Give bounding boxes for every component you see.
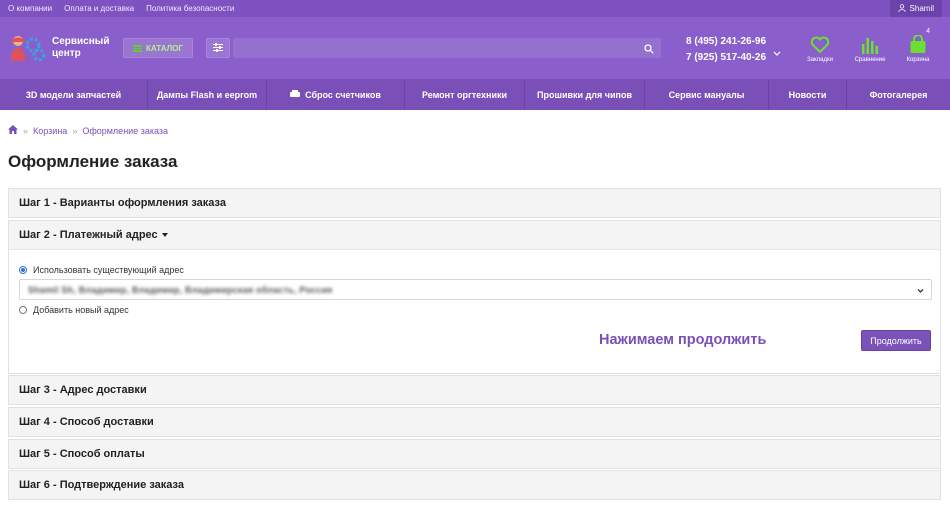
step-2-body: Использовать существующий адрес Shamil S… [9,249,940,373]
bookmarks-label: Закладки [807,57,833,63]
nav-item-firmware[interactable]: Прошивки для чипов [525,79,645,110]
existing-address-radio[interactable] [19,266,27,274]
step-2-header[interactable]: Шаг 2 - Платежный адрес [9,221,940,249]
filter-button[interactable] [206,38,230,58]
logo[interactable]: Сервисный центр [8,33,120,63]
menu-icon [133,44,143,52]
checkout-step-3: Шаг 3 - Адрес доставки [8,375,941,405]
phone-1[interactable]: 8 (495) 241-26-96 [686,34,766,50]
breadcrumb-cart[interactable]: Корзина [33,126,67,136]
bar-chart-icon [845,30,895,54]
checkout-step-5: Шаг 5 - Способ оплаты [8,439,941,469]
cart-button[interactable]: 4 Корзина [893,28,943,63]
catalog-label: КАТАЛОГ [146,43,183,53]
link-about[interactable]: О компании [8,4,52,13]
step-3-header[interactable]: Шаг 3 - Адрес доставки [9,376,940,404]
checkout-step-2: Шаг 2 - Платежный адрес Использовать сущ… [8,220,941,374]
bookmarks-button[interactable]: Закладки [795,30,845,63]
logo-line-2: центр [52,48,81,59]
logo-line-1: Сервисный [52,36,110,47]
continue-hint-annotation: Нажимаем продолжить [599,332,767,348]
cart-label: Корзина [906,57,930,63]
top-bar: О компании Оплата и доставка Политика бе… [0,0,950,17]
search-icon[interactable] [644,43,654,57]
cart-count-badge: 4 [926,28,930,35]
link-privacy[interactable]: Политика безопасности [146,4,234,13]
new-address-option[interactable]: Добавить новый адрес [19,305,129,315]
nav-item-repair[interactable]: Ремонт оргтехники [405,79,525,110]
page-title: Оформление заказа [8,152,178,171]
shopping-bag-icon [893,30,943,54]
nav-item-news[interactable]: Новости [769,79,847,110]
chevron-down-icon [917,286,924,296]
heart-icon [795,30,845,54]
nav-item-3d-models[interactable]: 3D модели запчастей [0,79,148,110]
continue-button[interactable]: Продолжить [861,330,931,351]
step-4-header[interactable]: Шаг 4 - Способ доставки [9,408,940,436]
user-menu[interactable]: Shamil [889,0,942,17]
site-header: Сервисный центр КАТАЛОГ 8 (495) 241-26-9… [0,17,950,79]
address-select[interactable]: Shamil Sh, Владимир, Владимир, Владимирс… [19,279,932,300]
printer-icon [290,89,301,100]
sliders-icon [213,41,223,55]
catalog-button[interactable]: КАТАЛОГ [123,38,193,58]
compare-button[interactable]: Сравнение [845,30,895,63]
checkout-step-1: Шаг 1 - Варианты оформления заказа [8,188,941,218]
user-icon [897,3,906,14]
existing-address-option[interactable]: Использовать существующий адрес [19,265,184,275]
phone-block: 8 (495) 241-26-96 7 (925) 517-40-26 [686,34,766,66]
step-6-header[interactable]: Шаг 6 - Подтверждение заказа [9,471,940,499]
nav-item-dumps[interactable]: Дампы Flash и eeprom [148,79,267,110]
checkout-step-6: Шаг 6 - Подтверждение заказа [8,470,941,500]
breadcrumb-separator: » [72,125,78,136]
search-input[interactable] [233,38,661,58]
main-nav: 3D модели запчастей Дампы Flash и eeprom… [0,79,950,110]
step-1-header[interactable]: Шаг 1 - Варианты оформления заказа [9,189,940,217]
checkout-step-4: Шаг 4 - Способ доставки [8,407,941,437]
step-5-header[interactable]: Шаг 5 - Способ оплаты [9,440,940,468]
breadcrumb: » Корзина » Оформление заказа [8,125,168,136]
user-name: Shamil [909,4,934,13]
existing-address-label: Использовать существующий адрес [33,265,184,275]
chevron-down-icon[interactable] [773,46,781,60]
nav-item-counter-reset[interactable]: Сброс счетчиков [267,79,405,110]
nav-item-gallery[interactable]: Фотогалерея [847,79,950,110]
new-address-label: Добавить новый адрес [33,305,129,315]
nav-item-service-manuals[interactable]: Сервис мануалы [645,79,769,110]
compare-label: Сравнение [854,57,886,63]
logo-icon [8,33,46,63]
home-icon[interactable] [8,125,18,136]
breadcrumb-checkout[interactable]: Оформление заказа [82,126,168,136]
breadcrumb-separator: » [23,125,29,136]
caret-down-icon [161,233,168,237]
link-payment-delivery[interactable]: Оплата и доставка [64,4,134,13]
search-bar [233,38,661,58]
phone-2[interactable]: 7 (925) 517-40-26 [686,50,766,66]
address-select-value: Shamil Sh, Владимир, Владимир, Владимирс… [28,284,333,295]
new-address-radio[interactable] [19,306,27,314]
